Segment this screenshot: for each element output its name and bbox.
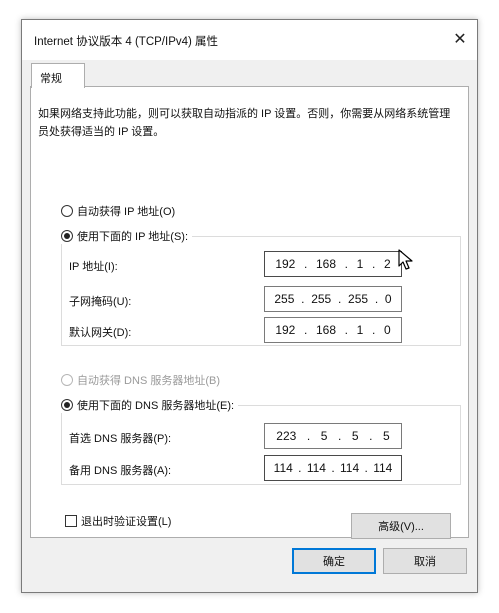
manual-dns-option[interactable]: 使用下面的 DNS 服务器地址(E): xyxy=(61,397,239,413)
advanced-button[interactable]: 高级(V)... xyxy=(351,513,451,539)
gateway-field[interactable]: 192. 168. 1. 0 xyxy=(264,317,402,343)
octet-dot: . xyxy=(303,323,308,337)
ip-settings-group: IP 地址(I): 192. 168. 1. 2 子网掩码(U): 255. 2… xyxy=(61,236,461,346)
octet-dot: . xyxy=(331,461,335,475)
adns-octet-1: 114 xyxy=(273,461,293,475)
mask-octet-4: 0 xyxy=(384,292,392,306)
manual-dns-label: 使用下面的 DNS 服务器地址(E): xyxy=(77,400,235,412)
gateway-label: 默认网关(D): xyxy=(69,327,132,339)
gateway-octet-4: 0 xyxy=(383,323,391,337)
pdns-octet-2: 5 xyxy=(320,429,328,443)
octet-dot: . xyxy=(301,292,305,306)
octet-dot: . xyxy=(371,323,376,337)
octet-dot: . xyxy=(344,323,348,337)
adns-octet-4: 114 xyxy=(373,461,393,475)
preferred-dns-field[interactable]: 223. 5. 5. 5 xyxy=(264,423,402,449)
adns-octet-3: 114 xyxy=(340,461,360,475)
ip-octet-3: 1 xyxy=(356,257,364,271)
ip-octet-1: 192 xyxy=(275,257,296,271)
octet-dot: . xyxy=(337,429,342,443)
octet-dot: . xyxy=(337,292,342,306)
manual-ip-label: 使用下面的 IP 地址(S): xyxy=(77,231,189,243)
ip-address-label: IP 地址(I): xyxy=(69,261,118,273)
ip-address-field[interactable]: 192. 168. 1. 2 xyxy=(264,251,402,277)
pdns-octet-3: 5 xyxy=(351,429,359,443)
tcpipv4-properties-dialog: Internet 协议版本 4 (TCP/IPv4) 属性 ✕ 常规 如果网络支… xyxy=(21,19,478,593)
octet-dot: . xyxy=(344,257,348,271)
octet-dot: . xyxy=(369,429,373,443)
subnet-mask-label: 子网掩码(U): xyxy=(69,296,132,308)
alternate-dns-label: 备用 DNS 服务器(A): xyxy=(69,465,172,477)
gateway-octet-1: 192 xyxy=(275,323,296,337)
description-text: 如果网络支持此功能，则可以获取自动指派的 IP 设置。否则，你需要从网络系统管理… xyxy=(38,108,451,138)
manual-ip-option[interactable]: 使用下面的 IP 地址(S): xyxy=(61,228,193,244)
close-icon[interactable]: ✕ xyxy=(447,27,473,53)
manual-ip-radio[interactable] xyxy=(61,230,73,242)
dialog-title: Internet 协议版本 4 (TCP/IPv4) 属性 xyxy=(34,36,219,48)
gateway-octet-2: 168 xyxy=(315,323,336,337)
mask-octet-3: 255 xyxy=(348,292,369,306)
mask-octet-1: 255 xyxy=(274,292,295,306)
tab-general-label: 常规 xyxy=(40,73,62,85)
tab-general[interactable]: 常规 xyxy=(31,63,85,88)
adns-octet-2: 114 xyxy=(306,461,326,475)
auto-ip-label: 自动获得 IP 地址(O) xyxy=(77,206,176,218)
gateway-octet-3: 1 xyxy=(356,323,364,337)
octet-dot: . xyxy=(303,257,308,271)
mouse-pointer-icon xyxy=(398,249,413,270)
preferred-dns-label: 首选 DNS 服务器(P): xyxy=(69,433,172,445)
ok-button[interactable]: 确定 xyxy=(292,548,376,574)
auto-dns-radio xyxy=(61,374,73,386)
pdns-octet-4: 5 xyxy=(382,429,390,443)
manual-dns-radio[interactable] xyxy=(61,399,73,411)
octet-dot: . xyxy=(371,257,376,271)
validate-on-exit-option[interactable]: 退出时验证设置(L) xyxy=(65,513,171,529)
validate-on-exit-label: 退出时验证设置(L) xyxy=(81,516,172,528)
ip-octet-4: 2 xyxy=(383,257,391,271)
title-bar: Internet 协议版本 4 (TCP/IPv4) 属性 ✕ xyxy=(22,20,477,60)
general-panel: 如果网络支持此功能，则可以获取自动指派的 IP 设置。否则，你需要从网络系统管理… xyxy=(30,86,469,539)
octet-dot: . xyxy=(364,461,368,475)
subnet-mask-field[interactable]: 255. 255. 255. 0 xyxy=(264,286,402,312)
auto-dns-option: 自动获得 DNS 服务器地址(B) xyxy=(61,372,220,388)
cancel-button[interactable]: 取消 xyxy=(383,548,467,574)
octet-dot: . xyxy=(298,461,302,475)
validate-on-exit-checkbox[interactable] xyxy=(65,515,77,527)
auto-ip-radio[interactable] xyxy=(61,205,73,217)
pdns-octet-1: 223 xyxy=(276,429,297,443)
mask-octet-2: 255 xyxy=(311,292,332,306)
alternate-dns-field[interactable]: 114. 114. 114. 114 xyxy=(264,455,402,481)
octet-dot: . xyxy=(374,292,379,306)
ip-octet-2: 168 xyxy=(315,257,336,271)
octet-dot: . xyxy=(306,429,311,443)
auto-ip-option[interactable]: 自动获得 IP 地址(O) xyxy=(61,203,175,219)
auto-dns-label: 自动获得 DNS 服务器地址(B) xyxy=(77,375,220,387)
dns-settings-group: 首选 DNS 服务器(P): 223. 5. 5. 5 备用 DNS 服务器(A… xyxy=(61,405,461,485)
